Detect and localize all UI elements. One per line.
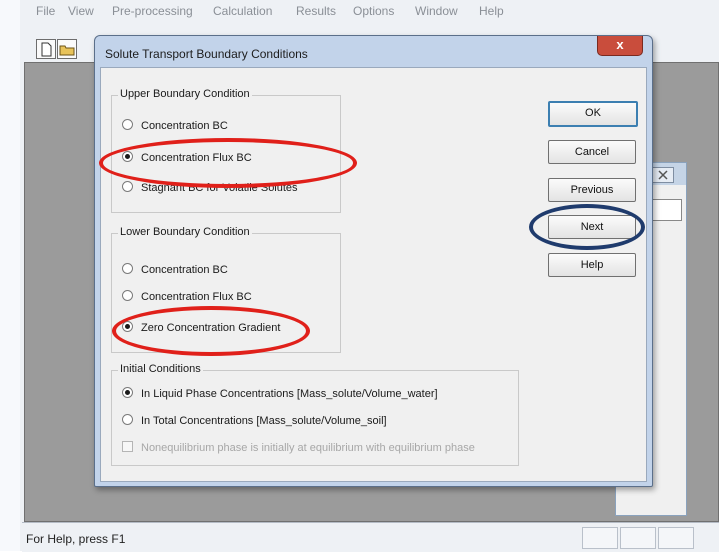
upper-radio-stagnant-bc[interactable]: Stagnant BC for Volatile Solutes [122, 181, 298, 194]
initial-radio-liquid-phase[interactable]: In Liquid Phase Concentrations [Mass_sol… [122, 387, 438, 400]
radio-button[interactable] [122, 263, 133, 274]
lower-radio-concentration-bc[interactable]: Concentration BC [122, 263, 228, 276]
radio-button[interactable] [122, 119, 133, 130]
next-button[interactable]: Next [548, 215, 636, 239]
radio-label: Concentration Flux BC [141, 291, 252, 303]
radio-button[interactable] [122, 181, 133, 192]
dialog-client-area: Upper Boundary Condition Concentration B… [100, 67, 647, 482]
initial-conditions-group: Initial Conditions In Liquid Phase Conce… [111, 363, 519, 466]
menu-help[interactable]: Help [479, 4, 504, 18]
lower-radio-concentration-flux-bc[interactable]: Concentration Flux BC [122, 290, 252, 303]
radio-label: In Liquid Phase Concentrations [Mass_sol… [141, 388, 438, 400]
solute-transport-dialog: Solute Transport Boundary Conditions x U… [94, 35, 653, 487]
radio-button-selected[interactable] [122, 387, 133, 398]
radio-label: Concentration Flux BC [141, 152, 252, 164]
ok-button[interactable]: OK [548, 101, 638, 127]
menu-pre-processing[interactable]: Pre-processing [112, 4, 193, 18]
upper-radio-concentration-flux-bc[interactable]: Concentration Flux BC [122, 151, 252, 164]
nonequilibrium-checkbox-row: Nonequilibrium phase is initially at equ… [122, 441, 475, 454]
radio-button-selected[interactable] [122, 321, 133, 332]
status-cell [620, 527, 656, 549]
left-edge-strip [0, 0, 21, 551]
upper-radio-concentration-bc[interactable]: Concentration BC [122, 119, 228, 132]
status-cell [658, 527, 694, 549]
radio-label: Concentration BC [141, 120, 228, 132]
nonequilibrium-checkbox [122, 441, 133, 452]
initial-conditions-group-label: Initial Conditions [118, 363, 203, 375]
menu-options[interactable]: Options [353, 4, 394, 18]
radio-button[interactable] [122, 290, 133, 301]
new-document-icon[interactable] [36, 39, 56, 59]
lower-boundary-group: Lower Boundary Condition Concentration B… [111, 226, 341, 353]
menu-results[interactable]: Results [296, 4, 336, 18]
menu-view[interactable]: View [68, 4, 94, 18]
radio-button[interactable] [122, 414, 133, 425]
menu-bar: File View Pre-processing Calculation Res… [22, 0, 719, 22]
radio-label: In Total Concentrations [Mass_solute/Vol… [141, 415, 387, 427]
checkbox-label: Nonequilibrium phase is initially at equ… [141, 442, 475, 454]
cancel-button[interactable]: Cancel [548, 140, 636, 164]
radio-label: Concentration BC [141, 264, 228, 276]
menu-calculation[interactable]: Calculation [213, 4, 272, 18]
radio-label: Stagnant BC for Volatile Solutes [141, 182, 298, 194]
close-button[interactable]: x [597, 36, 643, 56]
lower-radio-zero-gradient[interactable]: Zero Concentration Gradient [122, 321, 280, 334]
open-folder-icon[interactable] [57, 39, 77, 59]
menu-file[interactable]: File [36, 4, 55, 18]
status-bar: For Help, press F1 [22, 522, 719, 552]
upper-boundary-group: Upper Boundary Condition Concentration B… [111, 88, 341, 213]
lower-boundary-group-label: Lower Boundary Condition [118, 226, 252, 238]
background-window-close-icon[interactable] [652, 167, 674, 183]
help-button[interactable]: Help [548, 253, 636, 277]
dialog-title: Solute Transport Boundary Conditions [105, 47, 308, 61]
radio-label: Zero Concentration Gradient [141, 322, 281, 334]
upper-boundary-group-label: Upper Boundary Condition [118, 88, 252, 100]
radio-button-selected[interactable] [122, 151, 133, 162]
status-cell [582, 527, 618, 549]
menu-window[interactable]: Window [415, 4, 458, 18]
close-icon: x [616, 37, 624, 52]
status-text: For Help, press F1 [26, 532, 126, 546]
initial-radio-total-concentrations[interactable]: In Total Concentrations [Mass_solute/Vol… [122, 414, 387, 427]
previous-button[interactable]: Previous [548, 178, 636, 202]
